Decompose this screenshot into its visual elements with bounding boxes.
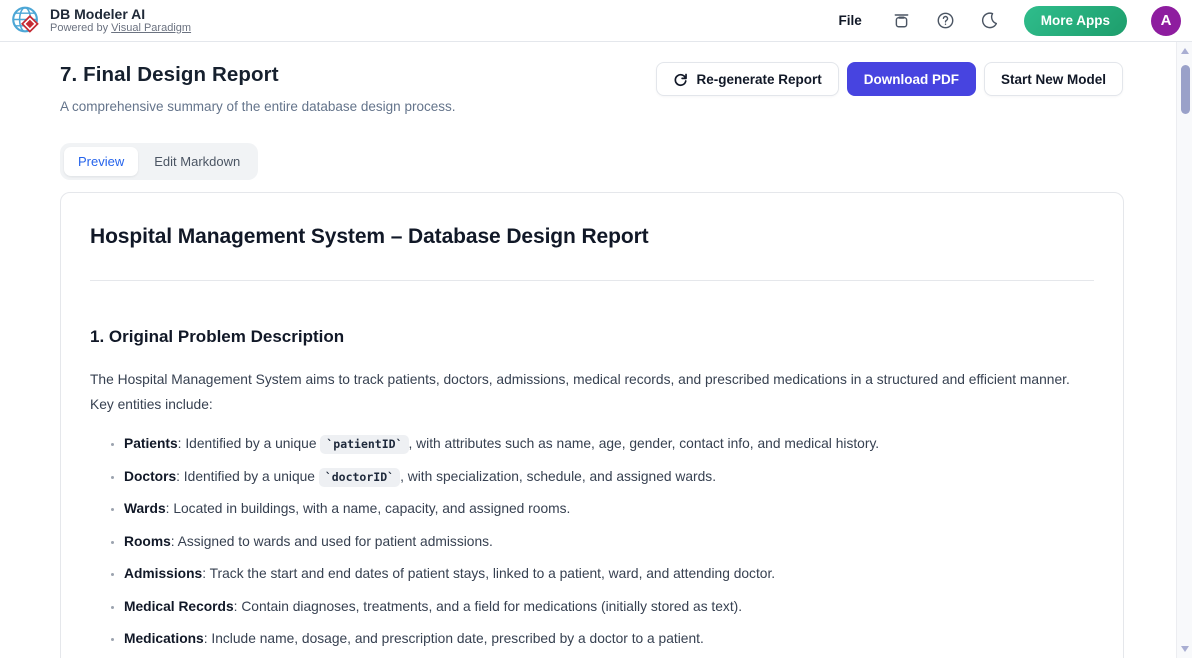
list-item-rooms: Rooms: Assigned to wards and used for pa… [124,532,1094,552]
entity-name: Rooms [124,534,171,549]
powered-by: Powered by Visual Paradigm [50,22,191,35]
avatar[interactable]: A [1151,6,1181,36]
scrollbar-thumb[interactable] [1181,65,1190,114]
entity-name: Medical Records [124,599,234,614]
divider [90,280,1094,281]
page-head: 7. Final Design Report A comprehensive s… [60,63,455,114]
list-item-admissions: Admissions: Track the start and end date… [124,564,1094,584]
list-item-medical-records: Medical Records: Contain diagnoses, trea… [124,597,1094,617]
archive-icon[interactable] [892,11,912,31]
inline-code: `doctorID` [319,468,400,487]
scroll-up-arrow-icon[interactable] [1181,48,1189,54]
tab-edit-markdown[interactable]: Edit Markdown [140,147,254,176]
refresh-icon [673,72,688,87]
more-apps-button[interactable]: More Apps [1024,6,1127,36]
tab-preview[interactable]: Preview [64,147,138,176]
visual-paradigm-logo-icon [11,5,42,36]
list-item-medications: Medications: Include name, dosage, and p… [124,629,1094,649]
app-identity: DB Modeler AI Powered by Visual Paradigm [50,6,191,35]
scroll-down-arrow-icon[interactable] [1181,646,1189,652]
header-right-cluster: File More Apps A [832,6,1181,36]
view-tabs: Preview Edit Markdown [60,143,258,180]
section-heading: 1. Original Problem Description [90,327,1094,347]
entity-list: Patients: Identified by a unique `patien… [90,434,1094,649]
entity-name: Doctors [124,469,176,484]
regenerate-report-label: Re-generate Report [696,72,821,87]
start-new-model-button[interactable]: Start New Model [984,62,1123,96]
help-icon[interactable] [936,11,956,31]
page-subtitle: A comprehensive summary of the entire da… [60,99,455,114]
entity-name: Medications [124,631,204,646]
entity-name: Patients [124,436,178,451]
vertical-scrollbar[interactable] [1176,42,1192,658]
regenerate-report-button[interactable]: Re-generate Report [656,62,838,96]
page-title: 7. Final Design Report [60,63,455,87]
inline-code: `patientID` [320,435,408,454]
main-content: 7. Final Design Report A comprehensive s… [0,42,1176,658]
visual-paradigm-link[interactable]: Visual Paradigm [111,22,191,34]
entity-name: Admissions [124,566,202,581]
action-buttons: Re-generate Report Download PDF Start Ne… [656,62,1123,96]
list-item-wards: Wards: Located in buildings, with a name… [124,499,1094,519]
app-header: DB Modeler AI Powered by Visual Paradigm… [0,0,1192,42]
app-title: DB Modeler AI [50,6,191,22]
intro-paragraph: The Hospital Management System aims to t… [90,367,1094,417]
list-item-patients: Patients: Identified by a unique `patien… [124,434,1094,454]
download-pdf-button[interactable]: Download PDF [847,62,976,96]
moon-icon[interactable] [980,11,1000,31]
report-card: Hospital Management System – Database De… [60,192,1124,658]
list-item-doctors: Doctors: Identified by a unique `doctorI… [124,467,1094,487]
file-menu[interactable]: File [832,9,867,32]
entity-name: Wards [124,501,166,516]
report-title: Hospital Management System – Database De… [90,225,1094,249]
